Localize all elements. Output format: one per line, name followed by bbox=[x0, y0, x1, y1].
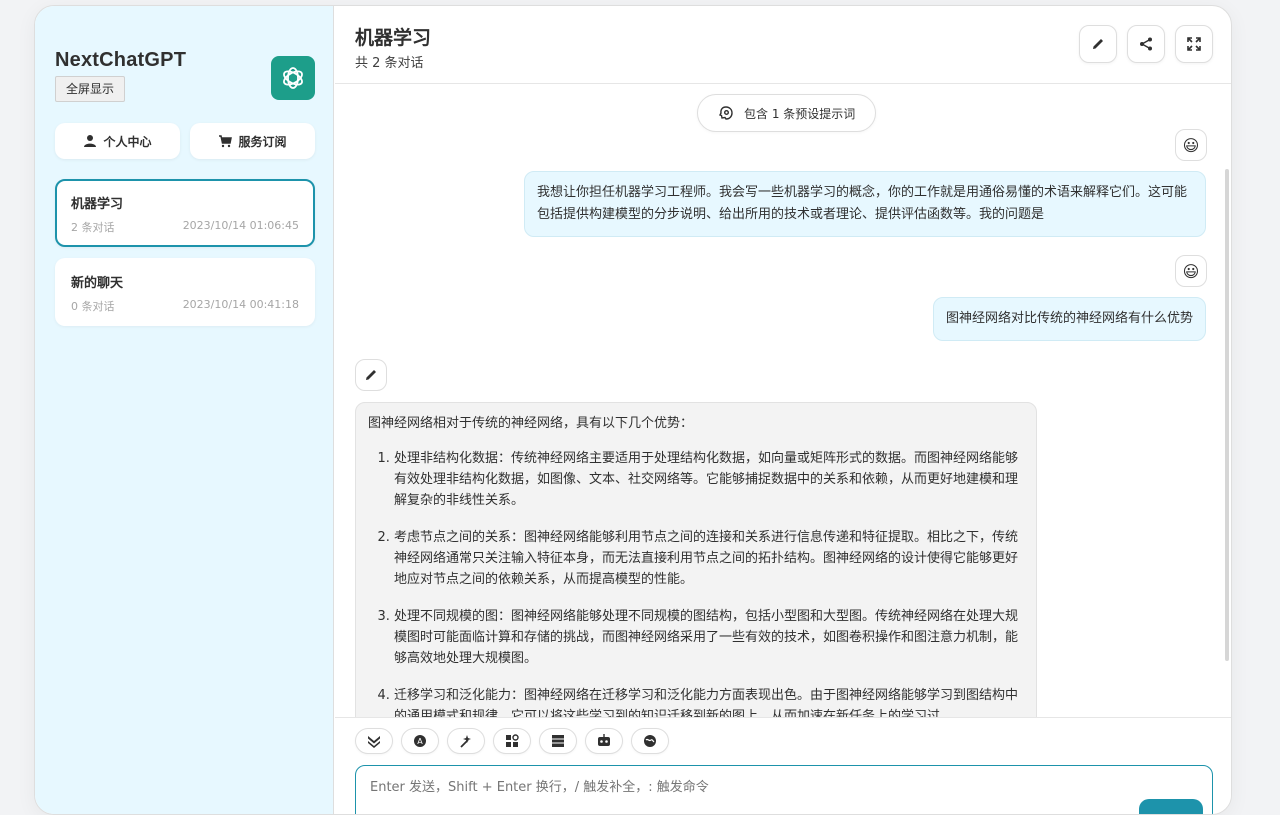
user-message: 图神经网络对比传统的神经网络有什么优势 bbox=[932, 297, 1206, 341]
mask-button[interactable] bbox=[493, 728, 531, 754]
context-prompt-label: 包含 1 条预设提示词 bbox=[744, 106, 856, 121]
profile-button-label: 个人中心 bbox=[103, 134, 152, 149]
maximize-button[interactable] bbox=[1175, 25, 1213, 63]
svg-text:A: A bbox=[417, 737, 423, 746]
sidebar: NextChatGPT 全屏显示 个人中心 服务订阅 机器学习 2 条对话 20… bbox=[35, 6, 334, 814]
chat-item-count: 2 条对话 bbox=[71, 221, 115, 234]
chat-item-title: 机器学习 bbox=[71, 197, 124, 212]
mask-icon bbox=[506, 734, 519, 747]
scroll-down-icon bbox=[368, 736, 380, 748]
send-button[interactable] bbox=[1139, 799, 1203, 814]
list-item: 考虑节点之间的关系：图神经网络能够利用节点之间的连接和关系进行信息传递和特征提取… bbox=[394, 527, 1024, 590]
composer-toolbar: A bbox=[355, 728, 669, 754]
robot-icon bbox=[598, 734, 610, 746]
chat-item-machine-learning[interactable]: 机器学习 2 条对话 2023/10/14 01:06:45 bbox=[55, 179, 315, 247]
list-item: 处理非结构化数据：传统神经网络主要适用于处理结构化数据，如向量或矩阵形式的数据。… bbox=[394, 448, 1024, 511]
profile-button[interactable]: 个人中心 bbox=[55, 123, 180, 159]
share-button[interactable] bbox=[1127, 25, 1165, 63]
bot-message-list: 处理非结构化数据：传统神经网络主要适用于处理结构化数据，如向量或矩阵形式的数据。… bbox=[368, 448, 1024, 717]
user-icon bbox=[84, 135, 97, 147]
chat-subtitle: 共 2 条对话 bbox=[355, 56, 424, 71]
chat-title[interactable]: 机器学习 bbox=[355, 23, 431, 50]
chat-item-time: 2023/10/14 00:41:18 bbox=[182, 298, 299, 311]
user-avatar: 😃 bbox=[1175, 129, 1207, 161]
context-prompt-pill[interactable]: 包含 1 条预设提示词 bbox=[697, 94, 877, 132]
chat-item-count: 0 条对话 bbox=[71, 300, 115, 313]
brand-title: NextChatGPT bbox=[55, 49, 187, 71]
user-message: 我想让你担任机器学习工程师。我会写一些机器学习的概念，你的工作就是用通俗易懂的术… bbox=[524, 171, 1206, 237]
theme-button[interactable]: A bbox=[401, 728, 439, 754]
list-item: 处理不同规模的图：图神经网络能够处理不同规模的图结构，包括小型图和大型图。传统神… bbox=[394, 606, 1024, 669]
composer: A bbox=[335, 717, 1231, 814]
scroll-bottom-button[interactable] bbox=[355, 728, 393, 754]
chat-item-time: 2023/10/14 01:06:45 bbox=[182, 219, 299, 232]
clear-icon bbox=[552, 735, 564, 747]
user-avatar: 😃 bbox=[1175, 255, 1207, 287]
pencil-icon bbox=[366, 370, 376, 380]
cart-icon bbox=[219, 135, 233, 148]
list-item: 迁移学习和泛化能力：图神经网络在迁移学习和泛化能力方面表现出色。由于图神经网络能… bbox=[394, 685, 1024, 717]
bot-message: 图神经网络相对于传统的神经网络，具有以下几个优势： 处理非结构化数据：传统神经网… bbox=[355, 402, 1037, 717]
clear-context-button[interactable] bbox=[539, 728, 577, 754]
model-button[interactable] bbox=[585, 728, 623, 754]
share-icon bbox=[1140, 37, 1152, 51]
plugin-button[interactable] bbox=[631, 728, 669, 754]
chat-item-new-chat[interactable]: 新的聊天 0 条对话 2023/10/14 00:41:18 bbox=[55, 258, 315, 326]
brain-icon bbox=[719, 106, 733, 120]
chat-item-title: 新的聊天 bbox=[71, 276, 124, 291]
edit-icon bbox=[1093, 39, 1103, 49]
plugin-icon bbox=[644, 735, 656, 747]
message-list: 包含 1 条预设提示词 😃 我想让你担任机器学习工程师。我会写一些机器学习的概念… bbox=[335, 85, 1231, 717]
bot-avatar bbox=[355, 359, 387, 391]
prompt-icon bbox=[460, 735, 471, 748]
bot-message-intro: 图神经网络相对于传统的神经网络，具有以下几个优势： bbox=[368, 416, 694, 431]
prompt-button[interactable] bbox=[447, 728, 485, 754]
fullscreen-icon bbox=[1187, 37, 1201, 51]
openai-logo-icon bbox=[271, 56, 315, 100]
subscription-button-label: 服务订阅 bbox=[238, 134, 287, 149]
fullscreen-toggle-button[interactable]: 全屏显示 bbox=[55, 76, 126, 102]
chat-input[interactable] bbox=[355, 765, 1213, 814]
subscription-button[interactable]: 服务订阅 bbox=[190, 123, 315, 159]
chat-main: 机器学习 共 2 条对话 包含 1 条预设提示词 😃 我想让你担任机器学习工程师… bbox=[335, 6, 1231, 814]
chat-header: 机器学习 共 2 条对话 bbox=[335, 6, 1231, 84]
theme-icon: A bbox=[414, 735, 426, 747]
rename-button[interactable] bbox=[1079, 25, 1117, 63]
app-window: NextChatGPT 全屏显示 个人中心 服务订阅 机器学习 2 条对话 20… bbox=[34, 5, 1232, 815]
message-scrollbar[interactable] bbox=[1225, 169, 1229, 661]
